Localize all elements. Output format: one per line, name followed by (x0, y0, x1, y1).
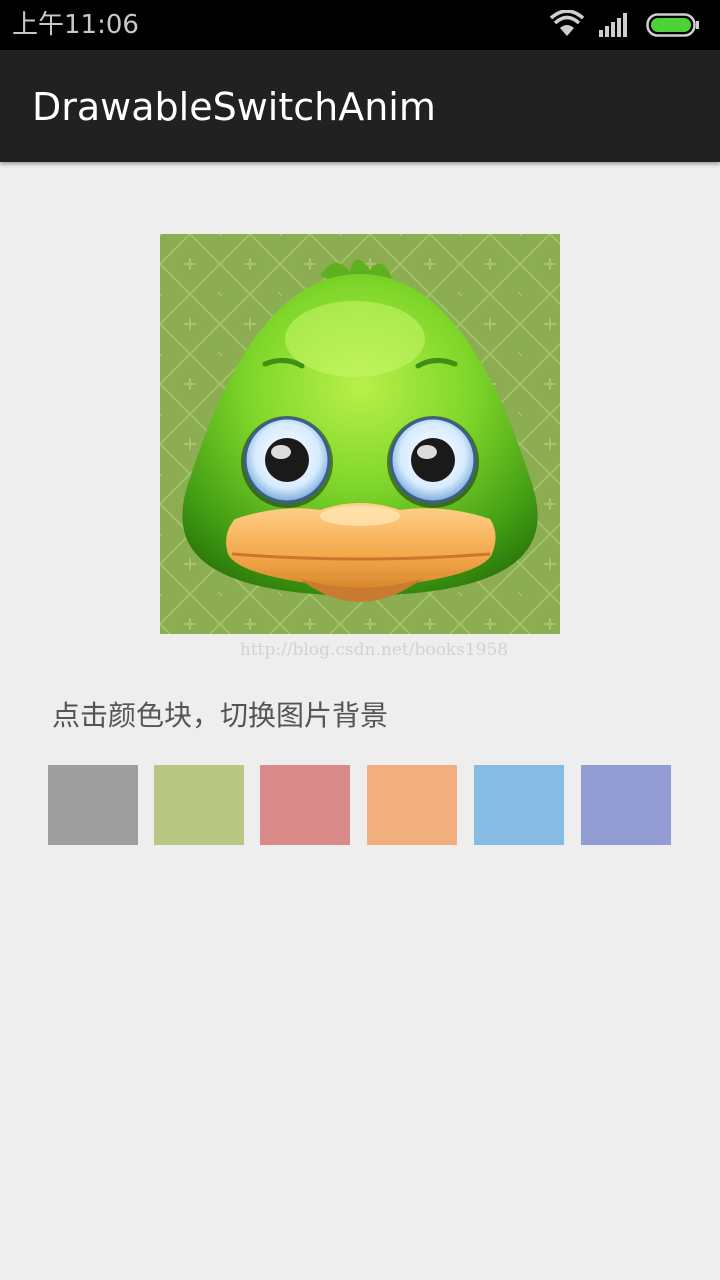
color-swatch-purple[interactable] (581, 765, 671, 845)
duck-icon (160, 234, 560, 634)
app-title: DrawableSwitchAnim (32, 85, 436, 129)
status-time: 上午11:06 (12, 10, 139, 40)
hint-text: 点击颜色块，切换图片背景 (52, 699, 389, 732)
color-swatch-gray[interactable] (48, 765, 138, 845)
status-icons (550, 10, 710, 40)
color-swatch-green[interactable] (154, 765, 244, 845)
watermark: http://blog.csdn.net/books1958 (239, 640, 509, 660)
duck-image (160, 234, 560, 634)
action-bar: DrawableSwitchAnim (0, 50, 720, 162)
color-swatch-orange[interactable] (367, 765, 457, 845)
battery-icon (646, 13, 699, 37)
signal-icon (599, 13, 627, 37)
status-bar: 上午11:06 (0, 0, 720, 50)
color-swatch-blue[interactable] (474, 765, 564, 845)
color-swatch-red[interactable] (260, 765, 350, 845)
wifi-icon (550, 10, 584, 36)
